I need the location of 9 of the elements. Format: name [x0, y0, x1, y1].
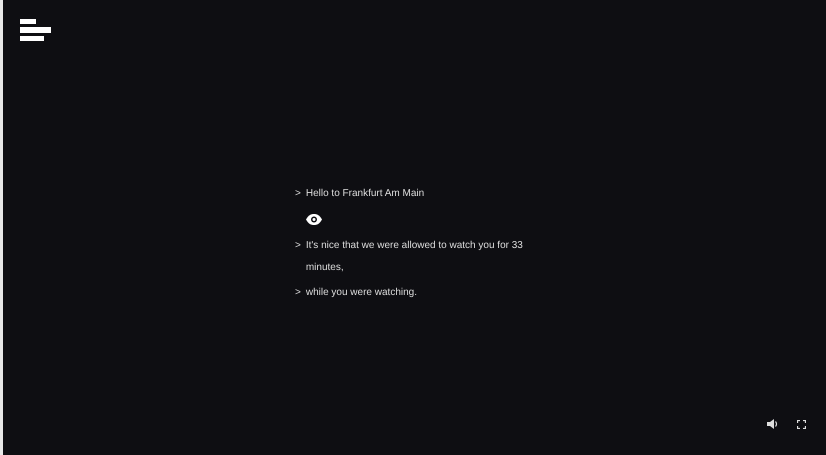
fullscreen-icon[interactable]: [797, 420, 806, 428]
prompt-marker: >: [295, 239, 301, 253]
message-text: Hello to Frankfurt Am Main: [306, 187, 424, 201]
prompt-marker: >: [295, 187, 301, 201]
speaker-icon[interactable]: [767, 419, 778, 429]
menu-icon[interactable]: [20, 19, 52, 43]
message-text: while you were watching.: [306, 286, 418, 300]
prompt-marker: >: [295, 286, 301, 300]
eye-icon: [306, 214, 322, 224]
